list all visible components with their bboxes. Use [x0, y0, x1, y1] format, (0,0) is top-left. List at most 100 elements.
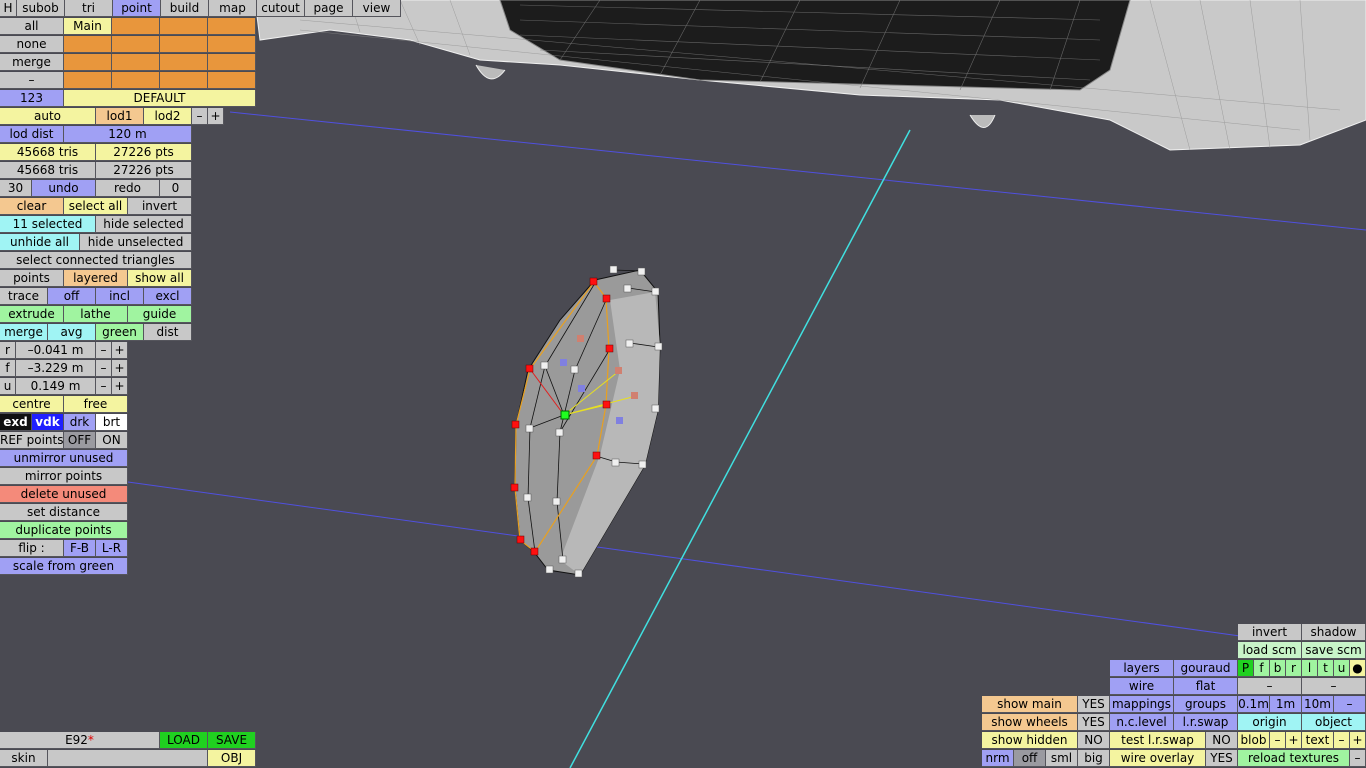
r-plus[interactable]: +: [112, 342, 128, 359]
view-t[interactable]: t: [1318, 660, 1334, 677]
gouraud-button[interactable]: gouraud: [1174, 660, 1238, 677]
vdk-button[interactable]: vdk: [32, 414, 64, 431]
load-scm-button[interactable]: load scm: [1238, 642, 1302, 659]
show-wheels-button[interactable]: show wheels: [982, 714, 1078, 731]
flip-lr-button[interactable]: L-R: [96, 540, 128, 557]
layer-slot[interactable]: [64, 54, 112, 71]
skin-button[interactable]: skin: [0, 750, 48, 767]
dash-slot-2[interactable]: –: [1302, 678, 1366, 695]
layer-slot[interactable]: [64, 72, 112, 89]
lod-dist-value[interactable]: 120 m: [64, 126, 192, 143]
mappings-button[interactable]: mappings: [1110, 696, 1174, 713]
blob-minus[interactable]: –: [1270, 732, 1286, 749]
layer-main[interactable]: Main: [64, 18, 112, 35]
layer-slot[interactable]: [160, 36, 208, 53]
drk-button[interactable]: drk: [64, 414, 96, 431]
u-value[interactable]: 0.149 m: [16, 378, 96, 395]
grid-1m[interactable]: 1m: [1270, 696, 1302, 713]
f-value[interactable]: –3.229 m: [16, 360, 96, 377]
count-123[interactable]: 123: [0, 90, 64, 107]
show-hidden-button[interactable]: show hidden: [982, 732, 1078, 749]
dash-button[interactable]: –: [0, 72, 64, 89]
layer-slot[interactable]: [208, 54, 256, 71]
flat-button[interactable]: flat: [1174, 678, 1238, 695]
lod-minus[interactable]: –: [192, 108, 208, 125]
test-lr-swap-button[interactable]: test l.r.swap: [1110, 732, 1206, 749]
show-wheels-value[interactable]: YES: [1078, 714, 1110, 731]
save-button[interactable]: SAVE: [208, 732, 256, 749]
merge-points-button[interactable]: merge: [0, 324, 48, 341]
layer-slot[interactable]: [208, 72, 256, 89]
tab-build[interactable]: build: [161, 0, 209, 17]
dash-slot-1[interactable]: –: [1238, 678, 1302, 695]
hide-unselected-button[interactable]: hide unselected: [80, 234, 192, 251]
tab-subob[interactable]: subob: [17, 0, 65, 17]
tab-point[interactable]: point: [113, 0, 161, 17]
trace-incl[interactable]: incl: [96, 288, 144, 305]
test-lr-swap-value[interactable]: NO: [1206, 732, 1238, 749]
layer-slot[interactable]: [112, 72, 160, 89]
ref-off-button[interactable]: OFF: [64, 432, 96, 449]
ref-on-button[interactable]: ON: [96, 432, 128, 449]
save-scm-button[interactable]: save scm: [1302, 642, 1366, 659]
shadow-button[interactable]: shadow: [1302, 624, 1366, 641]
layer-slot[interactable]: [208, 36, 256, 53]
default-layer[interactable]: DEFAULT: [64, 90, 256, 107]
tab-view[interactable]: view: [353, 0, 401, 17]
select-connected-button[interactable]: select connected triangles: [0, 252, 192, 269]
view-f[interactable]: f: [1254, 660, 1270, 677]
obj-button[interactable]: OBJ: [208, 750, 256, 767]
wire-overlay-value[interactable]: YES: [1206, 750, 1238, 767]
hide-selected-button[interactable]: hide selected: [96, 216, 192, 233]
scale-from-green-button[interactable]: scale from green: [0, 558, 128, 575]
trace-off[interactable]: off: [48, 288, 96, 305]
skin-field[interactable]: [48, 750, 208, 767]
none-button[interactable]: none: [0, 36, 64, 53]
view-dot[interactable]: ●: [1350, 660, 1366, 677]
trace-excl[interactable]: excl: [144, 288, 192, 305]
layer-slot[interactable]: [160, 18, 208, 35]
view-b[interactable]: b: [1270, 660, 1286, 677]
reload-minus[interactable]: –: [1350, 750, 1366, 767]
blob-button[interactable]: blob: [1238, 732, 1270, 749]
avg-button[interactable]: avg: [48, 324, 96, 341]
green-button[interactable]: green: [96, 324, 144, 341]
layer-slot[interactable]: [208, 18, 256, 35]
tab-page[interactable]: page: [305, 0, 353, 17]
unmirror-unused-button[interactable]: unmirror unused: [0, 450, 128, 467]
lod1-button[interactable]: lod1: [96, 108, 144, 125]
layer-slot[interactable]: [64, 36, 112, 53]
centre-button[interactable]: centre: [0, 396, 64, 413]
blob-plus[interactable]: +: [1286, 732, 1302, 749]
free-button[interactable]: free: [64, 396, 128, 413]
r-minus[interactable]: –: [96, 342, 112, 359]
view-p[interactable]: P: [1238, 660, 1254, 677]
wire-button[interactable]: wire: [1110, 678, 1174, 695]
layer-slot[interactable]: [112, 36, 160, 53]
flip-fb-button[interactable]: F-B: [64, 540, 96, 557]
undo-button[interactable]: undo: [32, 180, 96, 197]
text-minus[interactable]: –: [1334, 732, 1350, 749]
grid-dash[interactable]: –: [1334, 696, 1366, 713]
layer-slot[interactable]: [112, 18, 160, 35]
trace-button[interactable]: trace: [0, 288, 48, 305]
set-distance-button[interactable]: set distance: [0, 504, 128, 521]
lr-swap-button[interactable]: l.r.swap: [1174, 714, 1238, 731]
redo-button[interactable]: redo: [96, 180, 160, 197]
off-button[interactable]: off: [1014, 750, 1046, 767]
show-hidden-value[interactable]: NO: [1078, 732, 1110, 749]
show-all-button[interactable]: show all: [128, 270, 192, 287]
nrm-button[interactable]: nrm: [982, 750, 1014, 767]
text-button[interactable]: text: [1302, 732, 1334, 749]
show-main-value[interactable]: YES: [1078, 696, 1110, 713]
dist-button[interactable]: dist: [144, 324, 192, 341]
grid-01m[interactable]: 0.1m: [1238, 696, 1270, 713]
u-minus[interactable]: –: [96, 378, 112, 395]
select-all-button[interactable]: select all: [64, 198, 128, 215]
exd-button[interactable]: exd: [0, 414, 32, 431]
nc-level-button[interactable]: n.c.level: [1110, 714, 1174, 731]
sml-button[interactable]: sml: [1046, 750, 1078, 767]
load-button[interactable]: LOAD: [160, 732, 208, 749]
wire-overlay-button[interactable]: wire overlay: [1110, 750, 1206, 767]
brt-button[interactable]: brt: [96, 414, 128, 431]
